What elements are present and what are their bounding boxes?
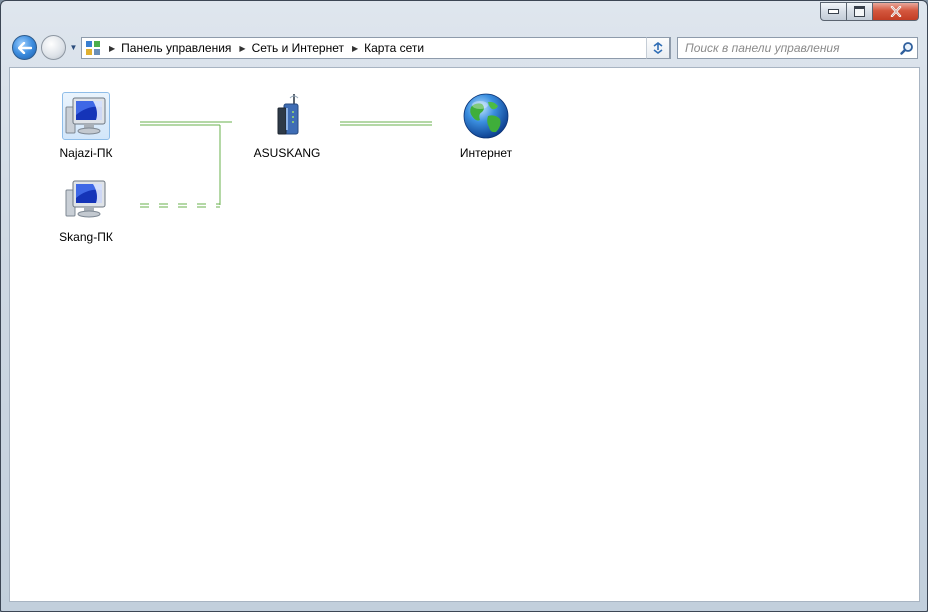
caption-buttons	[820, 2, 919, 21]
breadcrumb-separator-icon[interactable]: ▶	[109, 44, 115, 53]
network-map-view: Najazi-ПК Skang-ПК ASUSKANG Интернет	[9, 67, 920, 602]
breadcrumb-network-map[interactable]: Карта сети	[364, 41, 424, 55]
breadcrumb-network-internet[interactable]: Сеть и Интернет	[252, 41, 344, 55]
router-icon	[263, 92, 311, 140]
back-arrow-icon	[17, 41, 32, 54]
close-button[interactable]	[873, 2, 919, 21]
node-label: Skang-ПК	[59, 230, 113, 244]
refresh-icon	[653, 42, 663, 54]
connection-najazi-router	[140, 121, 232, 205]
history-dropdown-button[interactable]: ▼	[68, 41, 79, 53]
computer-icon	[62, 176, 110, 224]
search-box[interactable]	[677, 37, 918, 59]
node-label: ASUSKANG	[253, 146, 321, 160]
close-icon	[890, 6, 901, 17]
node-skang-pc[interactable]: Skang-ПК	[41, 176, 131, 244]
computer-icon	[62, 92, 110, 140]
breadcrumb-control-panel[interactable]: Панель управления	[121, 41, 231, 55]
breadcrumb-separator-icon[interactable]: ▶	[239, 44, 245, 53]
node-internet[interactable]: Интернет	[441, 92, 531, 160]
control-panel-icon	[85, 40, 101, 56]
node-label: Интернет	[459, 146, 513, 160]
globe-icon	[462, 92, 510, 140]
node-najazi-pc[interactable]: Najazi-ПК	[41, 92, 131, 160]
minimize-icon	[828, 9, 839, 14]
forward-button[interactable]	[41, 35, 66, 60]
chevron-down-icon: ▼	[69, 42, 78, 52]
connection-router-internet	[340, 121, 432, 126]
search-input[interactable]	[678, 39, 897, 57]
maximize-button[interactable]	[847, 2, 873, 21]
node-label: Najazi-ПК	[59, 146, 113, 160]
connection-skang-router	[140, 203, 220, 208]
search-icon[interactable]	[897, 38, 917, 58]
refresh-button[interactable]	[646, 37, 670, 59]
address-bar[interactable]: ▶ Панель управления ▶ Сеть и Интернет ▶ …	[81, 37, 671, 59]
breadcrumb-separator-icon[interactable]: ▶	[352, 44, 358, 53]
maximize-icon	[854, 6, 865, 17]
node-router-asuskang[interactable]: ASUSKANG	[242, 92, 332, 160]
window: ▼ ▶ Панель управления ▶ Сеть и Интернет …	[0, 0, 928, 612]
minimize-button[interactable]	[820, 2, 847, 21]
back-button[interactable]	[12, 35, 37, 60]
